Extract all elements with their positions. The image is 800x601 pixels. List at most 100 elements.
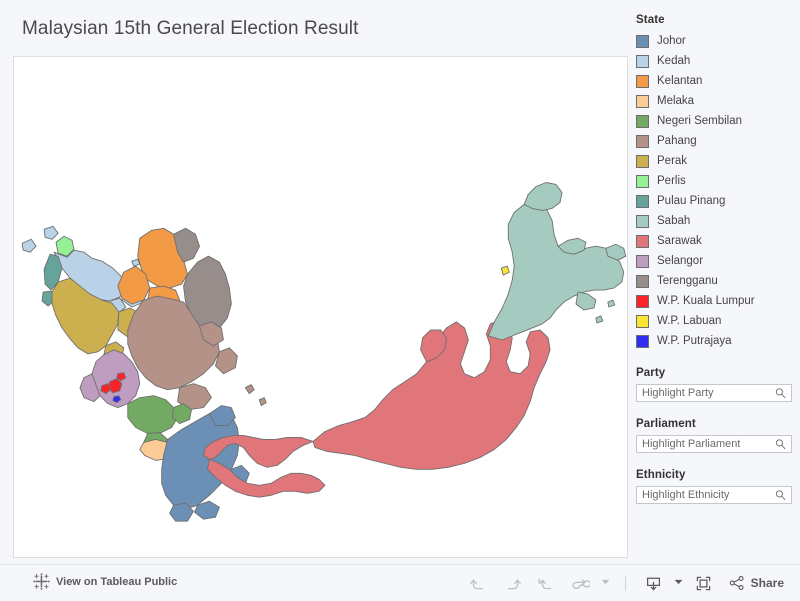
legend-swatch-negeri-sembilan [636, 114, 649, 128]
share-label: Share [750, 576, 784, 590]
legend-item-melaka[interactable]: Melaka [636, 91, 792, 111]
map-region-selangor[interactable] [79, 349, 141, 409]
filter-parliament: Parliament Highlight Parliament [636, 418, 792, 453]
party-search-input[interactable]: Highlight Party [637, 387, 714, 399]
undo-icon [469, 574, 488, 593]
legend-swatch-pulau-pinang [636, 194, 649, 208]
legend-item-pahang[interactable]: Pahang [636, 131, 792, 151]
party-search-box[interactable]: Highlight Party [636, 384, 792, 402]
legend-label-sarawak: Sarawak [657, 234, 702, 247]
bottom-toolbar: View on Tableau Public Share [0, 564, 800, 600]
download-button[interactable] [637, 568, 671, 598]
download-icon [644, 574, 663, 593]
legend-label-negeri-sembilan: Negeri Sembilan [657, 114, 743, 127]
page-title: Malaysian 15th General Election Result [22, 18, 359, 39]
legend-label-kelantan: Kelantan [657, 74, 703, 87]
filter-parliament-heading: Parliament [636, 418, 696, 430]
legend-item-wp-kuala-lumpur[interactable]: W.P. Kuala Lumpur [636, 291, 792, 311]
ethnicity-search-box[interactable]: Highlight Ethnicity [636, 486, 792, 504]
legend-swatch-pahang [636, 134, 649, 148]
legend-item-sabah[interactable]: Sabah [636, 211, 792, 231]
map-islets-kedah [131, 258, 141, 267]
download-dropdown[interactable] [671, 568, 687, 598]
legend-swatch-wp-putrajaya [636, 334, 649, 348]
legend-swatch-perlis [636, 174, 649, 188]
redo-button[interactable] [496, 568, 530, 598]
filter-ethnicity: Ethnicity Highlight Ethnicity [636, 469, 792, 504]
legend-item-pulau-pinang[interactable]: Pulau Pinang [636, 191, 792, 211]
filter-party: Party Highlight Party [636, 367, 792, 402]
legend-label-perlis: Perlis [657, 174, 686, 187]
legend-swatch-johor [636, 34, 649, 48]
refresh-icon [571, 574, 591, 593]
legend-swatch-perak [636, 154, 649, 168]
map-region-sarawak[interactable] [203, 319, 551, 498]
legend-list: Johor Kedah Kelantan Melaka Negeri Sembi… [636, 31, 792, 351]
legend-swatch-sarawak [636, 234, 649, 248]
chevron-down-icon [673, 574, 684, 592]
legend-heading: State [636, 14, 665, 26]
filter-party-heading: Party [636, 367, 666, 379]
legend-label-wp-kuala-lumpur: W.P. Kuala Lumpur [657, 294, 755, 307]
map-region-wp-labuan[interactable] [500, 265, 510, 276]
right-rail: State Johor Kedah Kelantan Melaka Negeri… [636, 14, 792, 504]
legend-item-perlis[interactable]: Perlis [636, 171, 792, 191]
legend-item-johor[interactable]: Johor [636, 31, 792, 51]
refresh-button[interactable] [564, 568, 598, 598]
legend-label-perak: Perak [657, 154, 688, 167]
search-icon[interactable] [775, 439, 786, 450]
map-region-sabah[interactable] [487, 182, 627, 341]
legend-label-pahang: Pahang [657, 134, 697, 147]
legend-label-wp-labuan: W.P. Labuan [657, 314, 722, 327]
fullscreen-icon [694, 574, 713, 593]
map-islets-peninsular [244, 384, 267, 407]
legend-swatch-melaka [636, 94, 649, 108]
legend-swatch-wp-kuala-lumpur [636, 294, 649, 308]
toolbar-actions: Share [462, 565, 786, 601]
revert-button[interactable] [530, 568, 564, 598]
map-islets-east [595, 299, 616, 324]
legend-item-wp-labuan[interactable]: W.P. Labuan [636, 311, 792, 331]
ethnicity-search-input[interactable]: Highlight Ethnicity [637, 489, 729, 501]
parliament-search-box[interactable]: Highlight Parliament [636, 435, 792, 453]
legend-item-perak[interactable]: Perak [636, 151, 792, 171]
toolbar-divider [624, 575, 626, 591]
tableau-logo-icon [33, 573, 50, 590]
legend-label-melaka: Melaka [657, 94, 695, 107]
legend-item-negeri-sembilan[interactable]: Negeri Sembilan [636, 111, 792, 131]
pause-updates-dropdown[interactable] [598, 568, 614, 598]
legend-swatch-sabah [636, 214, 649, 228]
fullscreen-button[interactable] [687, 568, 721, 598]
view-on-tableau-public-link[interactable]: View on Tableau Public [33, 573, 177, 590]
legend-swatch-kelantan [636, 74, 649, 88]
legend-label-wp-putrajaya: W.P. Putrajaya [657, 334, 732, 347]
revert-icon [537, 574, 556, 593]
legend-item-selangor[interactable]: Selangor [636, 251, 792, 271]
parliament-search-input[interactable]: Highlight Parliament [637, 438, 740, 450]
filter-ethnicity-heading: Ethnicity [636, 469, 686, 481]
search-icon[interactable] [775, 490, 786, 501]
legend-item-terengganu[interactable]: Terengganu [636, 271, 792, 291]
legend-label-terengganu: Terengganu [657, 274, 718, 287]
chevron-down-icon [600, 574, 611, 592]
legend-state: State Johor Kedah Kelantan Melaka Negeri… [636, 14, 792, 351]
malaysia-choropleth-map[interactable] [14, 57, 627, 557]
undo-button[interactable] [462, 568, 496, 598]
redo-icon [503, 574, 522, 593]
map-panel[interactable] [13, 56, 628, 558]
legend-item-kedah[interactable]: Kedah [636, 51, 792, 71]
legend-swatch-terengganu [636, 274, 649, 288]
search-icon[interactable] [775, 388, 786, 399]
share-icon [729, 575, 745, 591]
legend-item-sarawak[interactable]: Sarawak [636, 231, 792, 251]
view-on-tableau-public-label: View on Tableau Public [56, 575, 178, 588]
share-button[interactable]: Share [721, 575, 786, 591]
legend-item-kelantan[interactable]: Kelantan [636, 71, 792, 91]
legend-label-kedah: Kedah [657, 54, 691, 67]
legend-swatch-kedah [636, 54, 649, 68]
legend-item-wp-putrajaya[interactable]: W.P. Putrajaya [636, 331, 792, 351]
legend-label-pulau-pinang: Pulau Pinang [657, 194, 726, 207]
legend-label-johor: Johor [657, 34, 686, 47]
legend-swatch-wp-labuan [636, 314, 649, 328]
legend-swatch-selangor [636, 254, 649, 268]
